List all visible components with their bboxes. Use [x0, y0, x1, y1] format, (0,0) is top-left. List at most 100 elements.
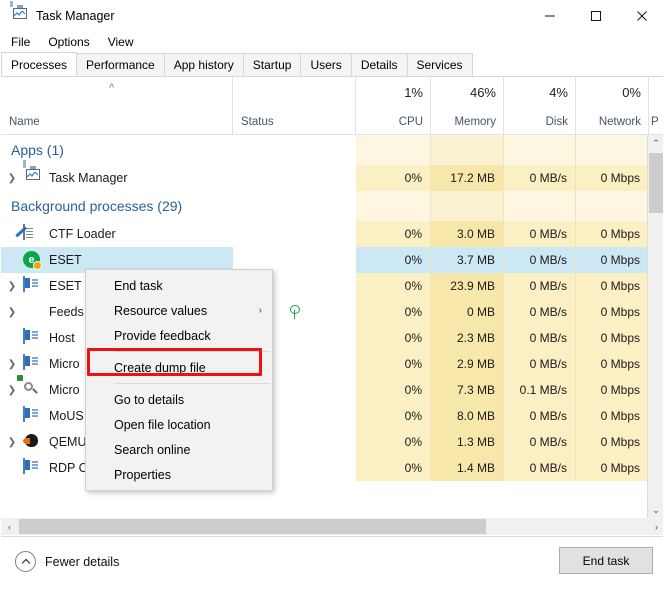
scroll-up-icon[interactable]: ⌃	[648, 135, 663, 152]
process-name: Host	[49, 331, 75, 345]
network-value: 0 Mbps	[600, 305, 640, 319]
menu-file[interactable]: File	[3, 33, 38, 51]
context-menu-item-label: End task	[114, 278, 163, 293]
context-menu-item-label: Search online	[114, 442, 191, 457]
context-menu-item-properties[interactable]: Properties	[86, 462, 272, 487]
tab-users[interactable]: Users	[300, 53, 352, 76]
cell-network: 0 Mbps	[576, 429, 649, 455]
memory-value: 8.0 MB	[456, 409, 495, 423]
process-group-header[interactable]: Background processes (29)	[1, 191, 649, 221]
memory-value: 3.0 MB	[456, 227, 495, 241]
disk-value: 0 MB/s	[529, 409, 567, 423]
tab-details[interactable]: Details	[350, 53, 408, 76]
cpu-value: 0%	[404, 383, 422, 397]
fewer-details-button[interactable]: Fewer details	[15, 551, 119, 572]
column-headers: ^ Name Status 1% CPU 46% Memory 4% Disk …	[1, 77, 663, 135]
cell-memory: 17.2 MB	[431, 165, 504, 191]
cell-cpu: 0%	[356, 221, 431, 247]
column-header-power[interactable]: P	[649, 77, 663, 134]
scroll-left-icon[interactable]: ‹	[1, 518, 18, 535]
context-menu-item-label: Open file location	[114, 417, 211, 432]
generic-app-icon	[23, 354, 43, 373]
process-name: CTF Loader	[49, 227, 116, 241]
context-menu-item-label: Properties	[114, 467, 171, 482]
window-title: Task Manager	[36, 9, 115, 23]
context-menu-item-search-online[interactable]: Search online	[86, 437, 272, 462]
cell-disk: 0.1 MB/s	[504, 377, 576, 403]
magnifier-icon	[17, 375, 43, 399]
expand-chevron-icon[interactable]: ❯	[1, 281, 23, 292]
cell-network: 0 Mbps	[576, 165, 649, 191]
cell-network: 0 Mbps	[576, 403, 649, 429]
expand-chevron-icon[interactable]: ❯	[1, 385, 23, 396]
end-task-button[interactable]: End task	[559, 547, 653, 574]
tab-strip: Processes Performance App history Startu…	[1, 52, 663, 77]
context-menu-separator	[114, 383, 270, 384]
network-value: 0 Mbps	[600, 227, 640, 241]
expand-chevron-icon[interactable]: ❯	[1, 173, 23, 184]
tab-app-history[interactable]: App history	[163, 53, 244, 76]
context-menu-item-label: Resource values	[114, 303, 208, 318]
tab-startup[interactable]: Startup	[242, 53, 302, 76]
close-button[interactable]	[619, 1, 663, 31]
cell-disk: 0 MB/s	[504, 247, 576, 273]
cell-name: ❯ Task Manager	[1, 160, 233, 191]
scroll-right-icon[interactable]: ›	[648, 518, 663, 535]
column-header-status-label: Status	[241, 116, 274, 128]
context-menu-item-create-dump-file[interactable]: Create dump file	[86, 355, 272, 380]
cell-cpu: 0%	[356, 325, 431, 351]
process-name: Feeds	[49, 305, 84, 319]
process-name: MoUS	[49, 409, 84, 423]
menu-view[interactable]: View	[100, 33, 142, 51]
expand-chevron-icon[interactable]: ❯	[1, 359, 23, 370]
tab-processes[interactable]: Processes	[1, 52, 78, 76]
scroll-down-icon[interactable]: ⌄	[648, 502, 663, 519]
expand-chevron-icon[interactable]: ❯	[1, 437, 23, 448]
maximize-button[interactable]	[573, 1, 619, 31]
column-header-network[interactable]: 0% Network	[576, 77, 649, 134]
context-menu-item-label: Provide feedback	[114, 328, 211, 343]
cell-network: 0 Mbps	[576, 377, 649, 403]
cell-network	[576, 135, 649, 165]
vertical-scrollbar-thumb[interactable]	[649, 153, 663, 213]
column-header-disk[interactable]: 4% Disk	[504, 77, 576, 134]
tab-services[interactable]: Services	[406, 53, 473, 76]
disk-value: 0 MB/s	[529, 253, 567, 267]
horizontal-scrollbar-thumb[interactable]	[19, 519, 486, 534]
menu-options[interactable]: Options	[40, 33, 97, 51]
cell-memory: 7.3 MB	[431, 377, 504, 403]
context-menu[interactable]: End task Resource values › Provide feedback…	[85, 269, 273, 491]
process-group-header[interactable]: Apps (1)	[1, 135, 649, 165]
table-row[interactable]: CTF Loader 0% 3.0 MB 0 MB/s 0 Mbps	[1, 221, 649, 247]
tab-performance[interactable]: Performance	[76, 53, 165, 76]
column-header-cpu[interactable]: 1% CPU	[356, 77, 431, 134]
cell-cpu	[356, 135, 431, 165]
process-name: ESET	[49, 279, 82, 293]
cell-memory	[431, 191, 504, 221]
context-menu-item-provide-feedback[interactable]: Provide feedback	[86, 323, 272, 348]
context-menu-item-end-task[interactable]: End task	[86, 273, 272, 298]
cpu-value: 0%	[404, 435, 422, 449]
context-menu-item-open-file-location[interactable]: Open file location	[86, 412, 272, 437]
context-menu-separator	[114, 351, 270, 352]
cell-cpu: 0%	[356, 273, 431, 299]
column-header-name[interactable]: ^ Name	[1, 77, 233, 134]
cell-network: 0 Mbps	[576, 273, 649, 299]
context-menu-item-go-to-details[interactable]: Go to details	[86, 387, 272, 412]
expand-chevron-icon[interactable]: ❯	[1, 307, 23, 318]
disk-value: 0 MB/s	[529, 171, 567, 185]
group-label: Apps (1)	[11, 142, 64, 158]
status-bar: Fewer details End task	[1, 536, 663, 590]
network-value: 0 Mbps	[600, 171, 640, 185]
vertical-scrollbar[interactable]: ⌃ ⌄	[647, 135, 663, 519]
context-menu-item-resource-values[interactable]: Resource values ›	[86, 298, 272, 323]
table-row[interactable]: ❯ Task Manager 0% 17.2 MB 0 MB/s 0 Mbps	[1, 160, 649, 191]
cpu-value: 0%	[404, 253, 422, 267]
horizontal-scrollbar[interactable]: ‹ ›	[1, 518, 663, 535]
cell-cpu: 0%	[356, 247, 431, 273]
column-header-memory[interactable]: 46% Memory	[431, 77, 504, 134]
column-header-status[interactable]: Status	[233, 77, 356, 134]
menu-bar: File Options View	[1, 31, 663, 53]
feeds-icon	[23, 303, 43, 321]
minimize-button[interactable]	[527, 1, 573, 31]
